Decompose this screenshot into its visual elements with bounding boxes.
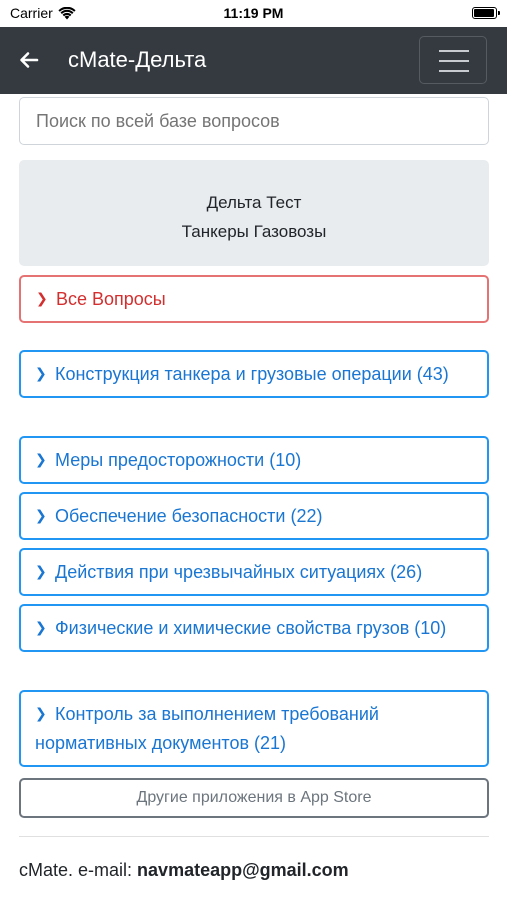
navbar: cMate-Дельта — [0, 27, 507, 94]
footer: cMate. e-mail: navmateapp@gmail.com — [19, 860, 349, 881]
chevron-right-icon: ❯ — [36, 290, 48, 306]
app-store-button[interactable]: Другие приложения в App Store — [19, 778, 489, 818]
chevron-right-icon: ❯ — [35, 563, 47, 579]
category-label: Контроль за выполнением требований норма… — [35, 704, 379, 753]
category-item[interactable]: ❯ Контроль за выполнением требований норм… — [19, 690, 489, 767]
category-item[interactable]: ❯ Физические и химические свойства грузов… — [19, 604, 489, 652]
divider — [19, 836, 489, 837]
category-item[interactable]: ❯ Меры предосторожности (10) — [19, 436, 489, 484]
category-label: Обеспечение безопасности (22) — [55, 506, 323, 526]
footer-email-link[interactable]: navmateapp@gmail.com — [137, 860, 349, 880]
chevron-right-icon: ❯ — [35, 705, 47, 721]
title-card-line2: Танкеры Газовозы — [181, 222, 327, 241]
chevron-right-icon: ❯ — [35, 451, 47, 467]
category-item[interactable]: ❯ Конструкция танкера и грузовые операции… — [19, 350, 489, 398]
chevron-right-icon: ❯ — [35, 507, 47, 523]
hamburger-icon-bar — [439, 50, 469, 52]
menu-button[interactable] — [419, 36, 487, 84]
category-label: Физические и химические свойства грузов … — [55, 618, 447, 638]
all-questions-label: Все Вопросы — [56, 289, 166, 309]
title-card: Дельта Тест Танкеры Газовозы — [19, 160, 489, 266]
chevron-right-icon: ❯ — [35, 619, 47, 635]
title-card-line1: Дельта Тест — [206, 193, 302, 212]
all-questions-button[interactable]: ❯ Все Вопросы — [19, 275, 489, 323]
chevron-right-icon: ❯ — [35, 365, 47, 381]
hamburger-icon-bar — [439, 60, 469, 62]
hamburger-icon-bar — [439, 70, 469, 72]
category-item[interactable]: ❯ Обеспечение безопасности (22) — [19, 492, 489, 540]
status-time: 11:19 PM — [223, 5, 284, 21]
battery-icon — [472, 7, 500, 19]
search-input[interactable] — [19, 97, 489, 145]
back-button[interactable] — [18, 49, 40, 71]
status-bar: Carrier 11:19 PM — [0, 0, 507, 27]
category-item[interactable]: ❯ Действия при чрезвычайных ситуациях (26… — [19, 548, 489, 596]
page-title: cMate-Дельта — [68, 47, 207, 72]
status-right — [472, 7, 500, 19]
category-label: Меры предосторожности (10) — [55, 450, 302, 470]
arrow-left-icon — [20, 52, 39, 68]
footer-prefix: cMate. e-mail: — [19, 860, 133, 880]
category-label: Действия при чрезвычайных ситуациях (26) — [55, 562, 423, 582]
category-label: Конструкция танкера и грузовые операции … — [55, 364, 449, 384]
